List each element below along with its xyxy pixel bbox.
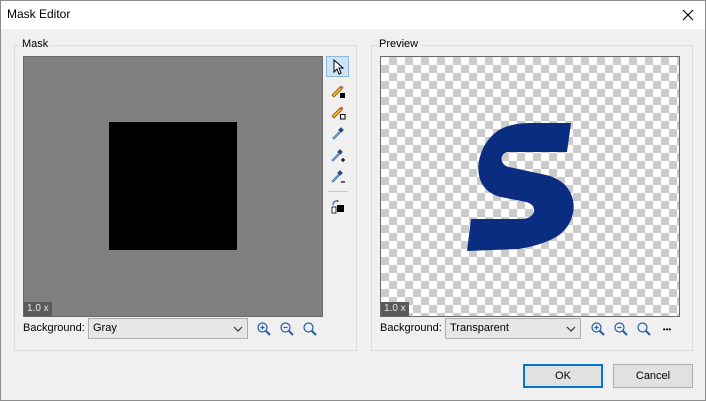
eyedropper-add-tool-button[interactable] [326,145,349,166]
preview-zoom-out-button[interactable] [611,319,631,339]
zoom-in-icon [257,322,271,336]
chevron-down-icon [566,326,576,332]
preview-background-select[interactable]: Transparent [445,318,581,339]
eyedropper-subtract-tool-button[interactable] [326,166,349,187]
mask-editor-window: Mask Editor Mask 1.0 x Background: Gray … [0,0,706,401]
magnifier-icon [637,322,651,336]
eyedropper-tool-button[interactable] [326,122,349,143]
pointer-icon [333,58,344,75]
mask-zoom-label: 1.0 x [24,302,52,316]
zoom-out-icon [614,322,628,336]
mask-zoom-in-button[interactable] [254,319,274,339]
mask-zoom-fit-button[interactable] [300,319,320,339]
mask-toolbar [326,56,350,221]
mask-group-label: Mask [20,38,51,50]
preview-canvas[interactable]: 1.0 x [380,56,680,317]
invert-mask-icon [331,199,344,213]
pencil-outline-tool-button[interactable] [326,101,349,122]
mask-shape [109,122,237,250]
cancel-button[interactable]: Cancel [613,364,693,388]
mask-canvas[interactable]: 1.0 x [23,56,323,317]
ok-button[interactable]: OK [523,364,603,388]
mask-background-label: Background: [23,322,85,334]
mask-zoom-out-button[interactable] [277,319,297,339]
preview-group-label: Preview [377,38,421,50]
preview-logo [467,123,574,251]
zoom-out-icon [280,322,294,336]
more-options-icon: ••• [662,324,672,334]
toolbar-separator [328,191,348,192]
eyedropper-icon [331,126,344,140]
magnifier-icon [303,322,317,336]
title-bar: Mask Editor [1,1,705,29]
eyedropper-subtract-icon [330,169,345,183]
preview-zoom-label: 1.0 x [381,302,409,316]
close-button[interactable] [671,1,705,28]
eyedropper-add-icon [330,148,345,162]
pencil-fill-icon [330,85,345,98]
mask-background-select[interactable]: Gray [88,318,248,339]
preview-zoom-fit-button[interactable] [634,319,654,339]
preview-background-value: Transparent [450,322,509,334]
preview-zoom-in-button[interactable] [588,319,608,339]
preview-background-label: Background: [380,322,442,334]
window-title: Mask Editor [7,7,71,21]
pencil-fill-tool-button[interactable] [326,80,349,101]
preview-more-button[interactable]: ••• [657,319,677,339]
pencil-outline-icon [330,106,345,119]
chevron-down-icon [233,326,243,332]
close-icon [682,9,694,20]
zoom-in-icon [591,322,605,336]
mask-background-value: Gray [93,322,117,334]
select-tool-button[interactable] [326,56,349,77]
invert-mask-tool-button[interactable] [326,196,349,217]
